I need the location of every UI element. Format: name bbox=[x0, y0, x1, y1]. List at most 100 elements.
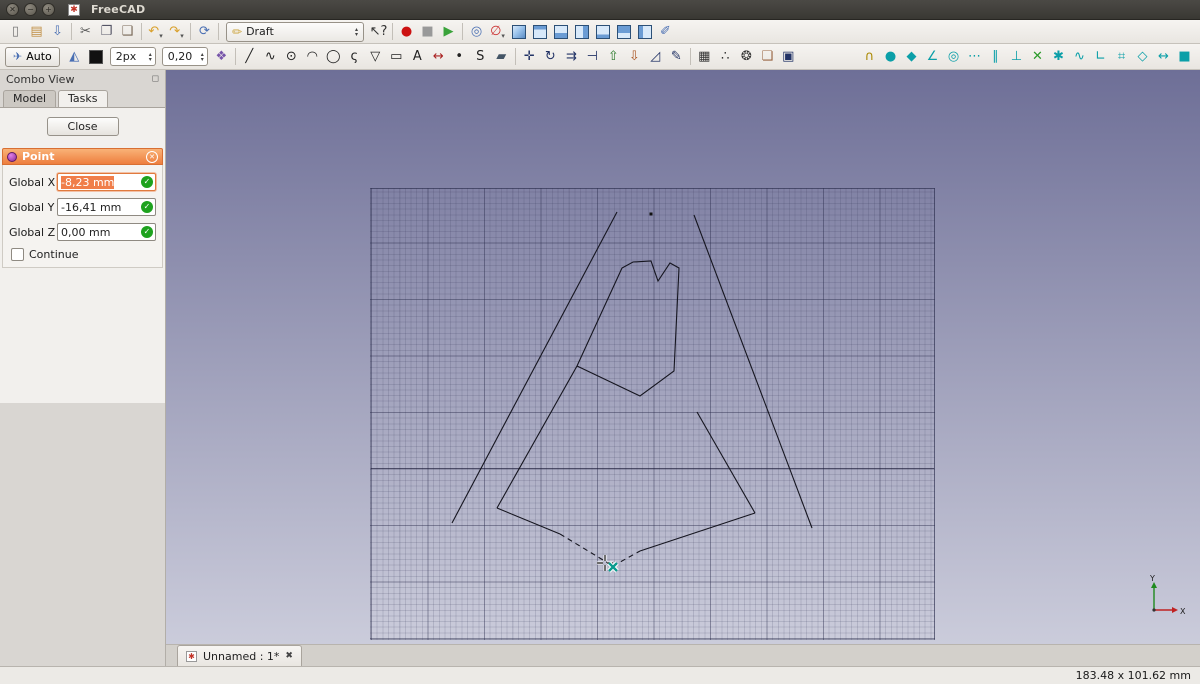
combo-arrows-icon[interactable]: ▴▾ bbox=[355, 27, 358, 37]
fit-all-button[interactable]: ◎ bbox=[466, 21, 487, 42]
draft-polygon-button[interactable]: ▽ bbox=[365, 46, 386, 67]
macro-stop-button[interactable]: ■ bbox=[417, 21, 438, 42]
snap-intersection-button[interactable]: ✕ bbox=[1027, 46, 1048, 67]
draft-shape2dview-button[interactable]: ▣ bbox=[778, 46, 799, 67]
whats-this-button[interactable]: ↖? bbox=[368, 21, 389, 42]
draft-array-button[interactable]: ▦ bbox=[694, 46, 715, 67]
save-document-button[interactable]: ⇩ bbox=[47, 21, 68, 42]
3d-viewport[interactable]: Y X bbox=[166, 70, 1200, 644]
draft-shape2dview-icon: ▣ bbox=[782, 50, 794, 63]
view-left-button[interactable] bbox=[634, 21, 655, 42]
macro-execute-icon: ▶ bbox=[444, 25, 454, 38]
snap-endpoint-button[interactable]: ● bbox=[880, 46, 901, 67]
snap-near-button[interactable]: ∿ bbox=[1069, 46, 1090, 67]
draft-circle-button[interactable]: ⊙ bbox=[281, 46, 302, 67]
draft-clone-button[interactable]: ❏ bbox=[757, 46, 778, 67]
global-y-input[interactable]: -16,41 mm ✓ bbox=[57, 198, 156, 216]
snap-workingplane-button[interactable]: ◇ bbox=[1132, 46, 1153, 67]
snap-lock-icon: ∩ bbox=[865, 50, 875, 63]
view-front-button[interactable] bbox=[529, 21, 550, 42]
draft-rotate-button[interactable]: ↻ bbox=[540, 46, 561, 67]
refresh-button[interactable]: ⟳ bbox=[194, 21, 215, 42]
open-document-button[interactable]: ▤ bbox=[26, 21, 47, 42]
paste-button[interactable]: ❑ bbox=[117, 21, 138, 42]
draft-line-button[interactable]: ╱ bbox=[239, 46, 260, 67]
draft-clone-icon: ❏ bbox=[761, 50, 773, 63]
snap-dimensions-button[interactable]: ↔ bbox=[1153, 46, 1174, 67]
view-isometric-button[interactable] bbox=[508, 21, 529, 42]
copy-button[interactable]: ❐ bbox=[96, 21, 117, 42]
draft-dimension-button[interactable]: ↔ bbox=[428, 46, 449, 67]
draft-upgrade-button[interactable]: ⇧ bbox=[603, 46, 624, 67]
draw-style-button[interactable]: ∅▾ bbox=[487, 21, 508, 42]
line-width-spinbox[interactable]: 2px ▴▾ bbox=[110, 47, 156, 66]
apply-style-button[interactable]: ❖ bbox=[211, 46, 232, 67]
redo-button[interactable]: ↷▾ bbox=[166, 21, 187, 42]
macro-execute-button[interactable]: ▶ bbox=[438, 21, 459, 42]
draft-bspline-button[interactable]: ς bbox=[344, 46, 365, 67]
draft-trimex-button[interactable]: ⊣ bbox=[582, 46, 603, 67]
construction-mode-button[interactable]: ◭ bbox=[64, 46, 85, 67]
global-x-input[interactable]: -8,23 mm ✓ bbox=[57, 173, 156, 191]
tab-model[interactable]: Model bbox=[3, 90, 56, 107]
undo-dropdown-icon[interactable]: ▾ bbox=[159, 32, 163, 42]
continue-checkbox[interactable] bbox=[11, 248, 24, 261]
working-plane-button[interactable]: ✈ Auto bbox=[5, 47, 60, 67]
snap-perpendicular-button[interactable]: ⊥ bbox=[1006, 46, 1027, 67]
document-tab-close-icon[interactable]: ✖ bbox=[285, 651, 293, 661]
snap-ortho-button[interactable]: ∟ bbox=[1090, 46, 1111, 67]
window-close-button[interactable]: ✕ bbox=[6, 3, 19, 16]
standard-toolbar: ▯▤⇩ ✂❐❑ ↶▾↷▾ ⟳ ✏ Draft ▴▾ ↖? ●■ ▶ ◎∅▾ ✐ bbox=[0, 20, 1200, 44]
task-close-button[interactable]: Close bbox=[47, 117, 119, 136]
draft-polararray-button[interactable]: ❂ bbox=[736, 46, 757, 67]
snap-lock-button[interactable]: ∩ bbox=[859, 46, 880, 67]
text-scale-spin-arrows[interactable]: ▴▾ bbox=[201, 52, 204, 62]
draft-facebinder-button[interactable]: ▰ bbox=[491, 46, 512, 67]
window-minimize-button[interactable]: − bbox=[24, 3, 37, 16]
draft-rectangle-button[interactable]: ▭ bbox=[386, 46, 407, 67]
snap-extension-button[interactable]: ⋯ bbox=[964, 46, 985, 67]
view-bottom-button[interactable] bbox=[613, 21, 634, 42]
snap-angle-button[interactable]: ∠ bbox=[922, 46, 943, 67]
line-color-swatch[interactable] bbox=[89, 50, 103, 64]
view-right-button[interactable] bbox=[571, 21, 592, 42]
snap-toggle-button[interactable]: ■ bbox=[1174, 46, 1195, 67]
draft-downgrade-button[interactable]: ⇩ bbox=[624, 46, 645, 67]
draft-point-button[interactable]: • bbox=[449, 46, 470, 67]
global-z-input[interactable]: 0,00 mm ✓ bbox=[57, 223, 156, 241]
draft-patharray-button[interactable]: ∴ bbox=[715, 46, 736, 67]
window-maximize-button[interactable]: + bbox=[42, 3, 55, 16]
snap-special-button[interactable]: ✱ bbox=[1048, 46, 1069, 67]
redo-dropdown-icon[interactable]: ▾ bbox=[180, 32, 184, 42]
draft-arc-button[interactable]: ◠ bbox=[302, 46, 323, 67]
undo-button[interactable]: ↶▾ bbox=[145, 21, 166, 42]
draft-wire-button[interactable]: ∿ bbox=[260, 46, 281, 67]
snap-center-icon: ◎ bbox=[948, 50, 959, 63]
view-top-button[interactable] bbox=[550, 21, 571, 42]
draft-text-button[interactable]: A bbox=[407, 46, 428, 67]
text-scale-spinbox[interactable]: 0,20 ▴▾ bbox=[162, 47, 208, 66]
draw-style-dropdown-icon[interactable]: ▾ bbox=[501, 32, 505, 42]
draft-scale-button[interactable]: ◿ bbox=[645, 46, 666, 67]
snap-parallel-button[interactable]: ∥ bbox=[985, 46, 1006, 67]
macro-record-button[interactable]: ● bbox=[396, 21, 417, 42]
draft-ellipse-button[interactable]: ◯ bbox=[323, 46, 344, 67]
draft-offset-button[interactable]: ⇉ bbox=[561, 46, 582, 67]
tab-tasks[interactable]: Tasks bbox=[58, 90, 107, 107]
snap-grid-button[interactable]: ⌗ bbox=[1111, 46, 1132, 67]
workbench-selector[interactable]: ✏ Draft ▴▾ bbox=[226, 22, 364, 42]
snap-midpoint-button[interactable]: ◆ bbox=[901, 46, 922, 67]
cut-button[interactable]: ✂ bbox=[75, 21, 96, 42]
new-document-button[interactable]: ▯ bbox=[5, 21, 26, 42]
global-z-label: Global Z bbox=[9, 226, 57, 239]
document-tab[interactable]: ✱ Unnamed : 1* ✖ bbox=[177, 645, 302, 666]
line-width-spin-arrows[interactable]: ▴▾ bbox=[149, 52, 152, 62]
snap-center-button[interactable]: ◎ bbox=[943, 46, 964, 67]
measure-distance-button[interactable]: ✐ bbox=[655, 21, 676, 42]
draft-edit-button[interactable]: ✎ bbox=[666, 46, 687, 67]
point-task-close-icon[interactable]: ✕ bbox=[146, 151, 158, 163]
draft-move-button[interactable]: ✛ bbox=[519, 46, 540, 67]
view-rear-button[interactable] bbox=[592, 21, 613, 42]
draft-shapestring-button[interactable]: S bbox=[470, 46, 491, 67]
float-panel-icon[interactable]: ◻ bbox=[152, 74, 159, 84]
